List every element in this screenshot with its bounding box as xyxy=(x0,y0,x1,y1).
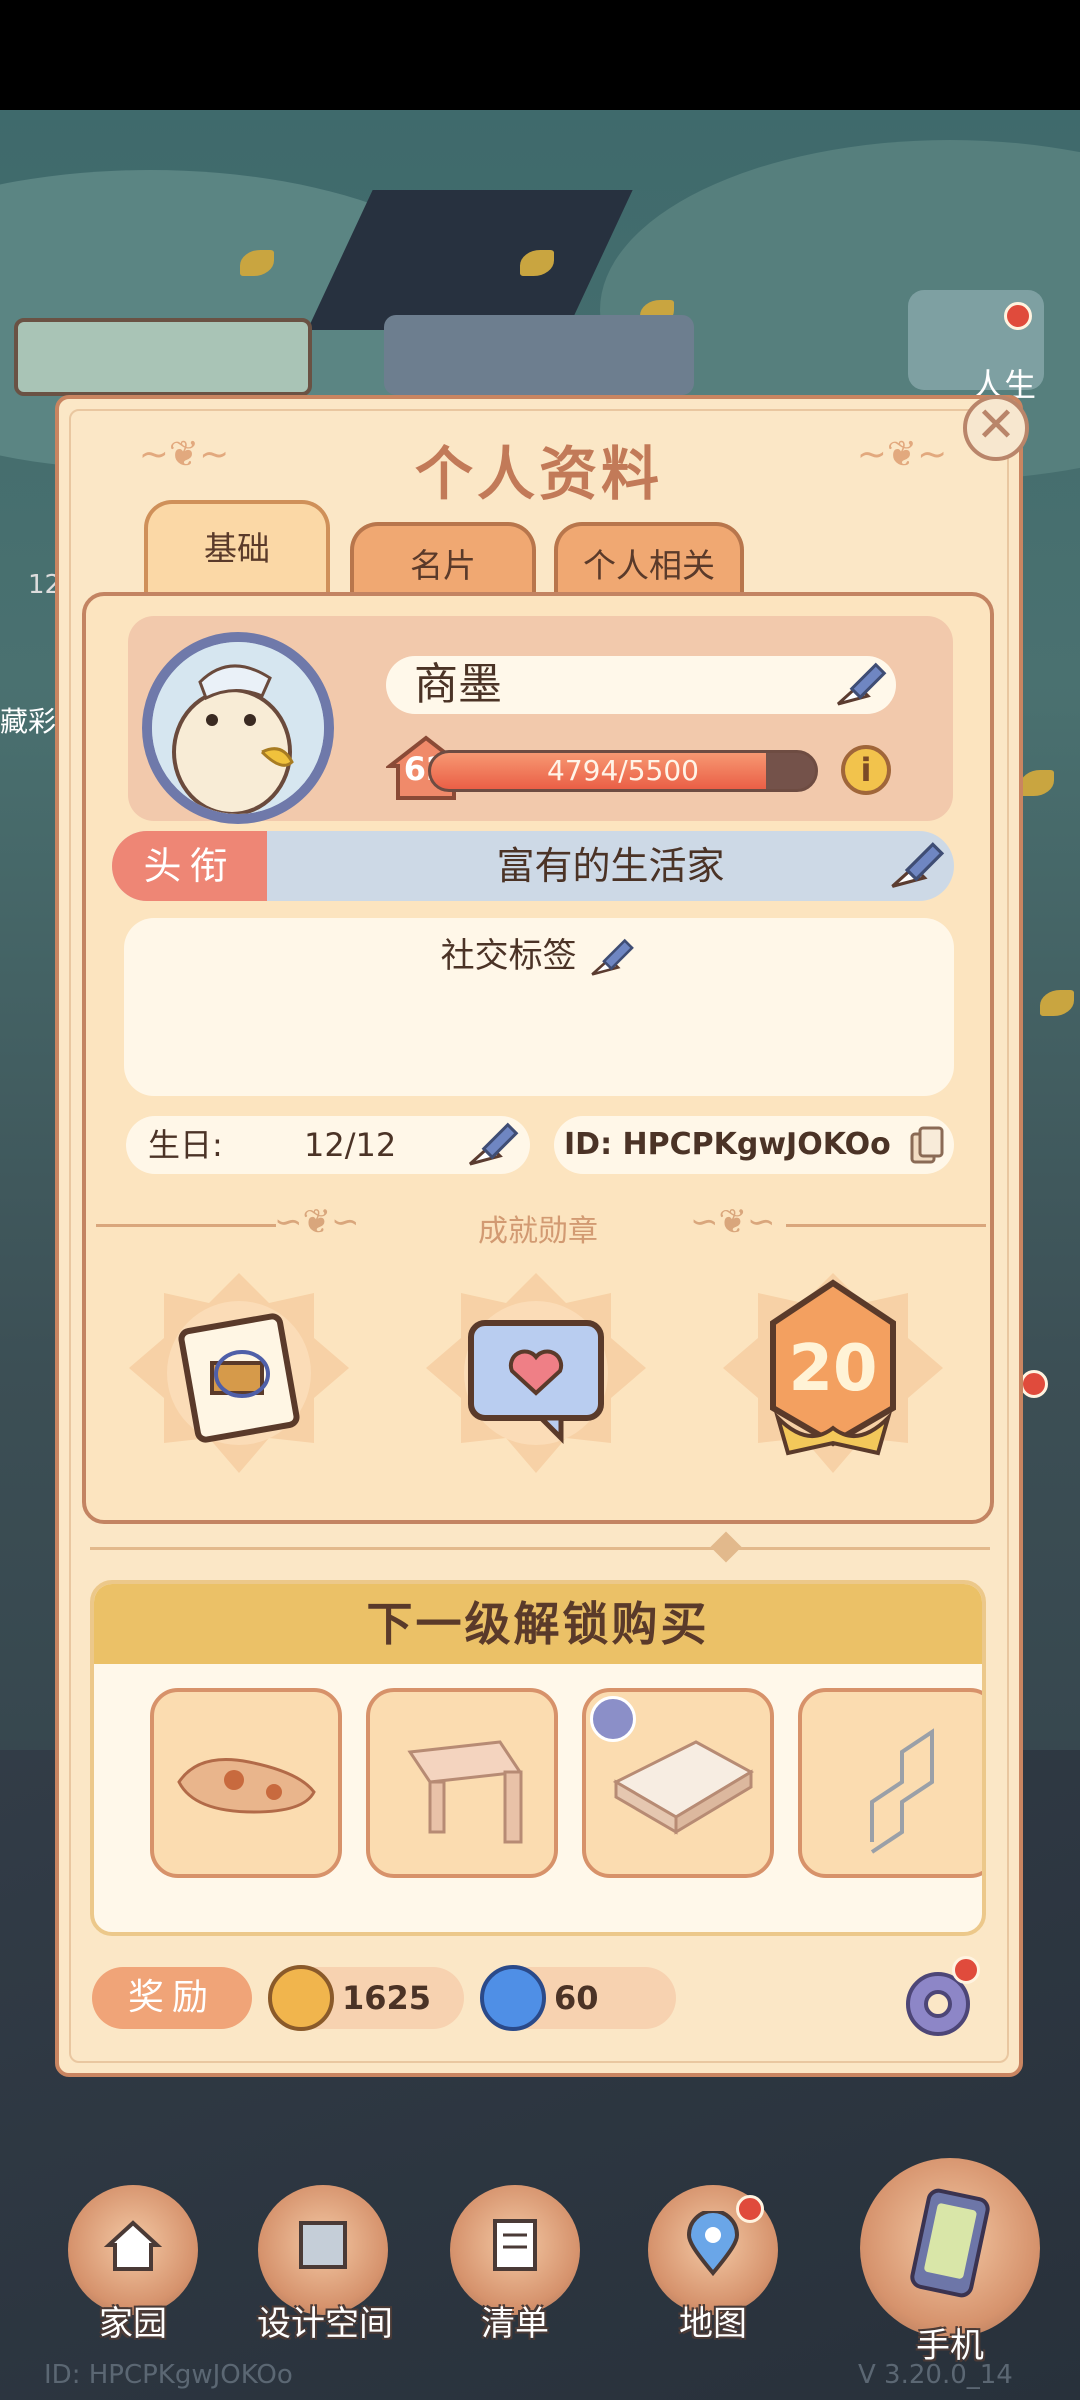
nav-phone-button[interactable] xyxy=(860,2158,1040,2338)
title-label: 头衔 xyxy=(112,831,267,901)
level-info-button[interactable]: i xyxy=(841,745,891,795)
gem-reward: 60 xyxy=(480,1965,676,2031)
background-card xyxy=(14,318,312,396)
nav-list-label: 清单 xyxy=(481,2304,549,2344)
coin-amount: 1625 xyxy=(342,1979,432,2017)
birthday-label: 生日: xyxy=(148,1126,223,1164)
avatar[interactable] xyxy=(142,632,334,824)
xp-bar: 4794/5500 xyxy=(428,750,818,792)
title-value: 富有的生活家 xyxy=(496,844,725,888)
edit-birthday-icon[interactable] xyxy=(464,1116,522,1174)
scroll-badge-icon[interactable] xyxy=(124,1268,354,1478)
profile-card: 商墨 62 4794/5500 i xyxy=(128,616,953,824)
achievements-title: 成就勋章 xyxy=(478,1214,598,1249)
nav-design-label: 设计空间 xyxy=(257,2304,393,2344)
rewards-label: 奖励 xyxy=(92,1967,252,2029)
leaf-decor xyxy=(1040,990,1074,1016)
section-divider xyxy=(90,1547,990,1550)
player-name: 商墨 xyxy=(414,659,502,710)
social-tags-text: 社交标签 xyxy=(440,936,577,976)
hamster-avatar-icon xyxy=(152,642,324,814)
footer-player-id: ID: HPCPKgwJOKOo xyxy=(44,2360,293,2390)
edit-social-tags-icon[interactable] xyxy=(587,933,637,983)
nav-home-label: 家园 xyxy=(99,2304,167,2344)
player-id-field: ID: HPCPKgwJOKOo xyxy=(554,1116,954,1174)
social-tags-box: 社交标签 xyxy=(124,918,954,1096)
player-title-row: 头衔 富有的生活家 xyxy=(112,831,954,901)
birthday-field: 生日: 12/12 xyxy=(126,1116,530,1174)
heart-bubble-badge-icon[interactable] xyxy=(421,1268,651,1478)
edit-name-icon[interactable] xyxy=(832,656,890,714)
social-tags-label: 社交标签 xyxy=(124,928,954,983)
design-icon xyxy=(299,2221,347,2269)
panel-title: 个人资料 xyxy=(414,440,663,508)
notification-dot xyxy=(736,2195,764,2223)
badge-number: 20 xyxy=(788,1332,878,1406)
coin-reward: 1625 xyxy=(268,1965,464,2031)
leaf-decor xyxy=(1020,770,1054,796)
notification-dot xyxy=(952,1956,980,1984)
notification-dot xyxy=(1020,1370,1048,1398)
table-icon xyxy=(407,1740,523,1844)
unlock-title: 下一级解锁购买 xyxy=(94,1584,982,1664)
copy-icon[interactable] xyxy=(908,1126,946,1166)
notification-dot xyxy=(1004,302,1032,330)
next-level-unlocks: 下一级解锁购买 xyxy=(90,1580,986,1936)
furniture-set-tag-icon xyxy=(590,1696,636,1742)
unlock-item[interactable] xyxy=(150,1688,342,1878)
xp-text: 4794/5500 xyxy=(547,754,699,787)
edit-title-icon[interactable] xyxy=(886,835,948,897)
coin-icon xyxy=(268,1965,334,2031)
background-window xyxy=(384,315,694,395)
cat-rug-icon xyxy=(177,1758,316,1814)
unlock-item[interactable] xyxy=(798,1688,982,1878)
unlock-item[interactable] xyxy=(582,1688,774,1878)
rack-icon xyxy=(870,1728,934,1854)
basic-info-section: 商墨 62 4794/5500 i 头衔 富有的生活家 社交标签 生日: 12/… xyxy=(82,592,994,1524)
birthday-value: 12/12 xyxy=(304,1126,397,1164)
map-pin-icon xyxy=(686,2211,740,2277)
unlock-item[interactable] xyxy=(366,1688,558,1878)
footer-version: V 3.20.0_14 xyxy=(858,2360,1013,2390)
home-icon xyxy=(103,2220,163,2271)
tab-basic[interactable]: 基础 xyxy=(144,500,330,598)
gem-amount: 60 xyxy=(554,1979,599,2017)
status-bar xyxy=(0,0,1080,110)
player-id: ID: HPCPKgwJOKOo xyxy=(564,1127,891,1162)
phone-icon xyxy=(910,2188,990,2298)
close-button[interactable]: ✕ xyxy=(963,395,1029,461)
name-field: 商墨 xyxy=(386,656,896,714)
tab-personal[interactable]: 个人相关 xyxy=(554,522,744,598)
nav-map-label: 地图 xyxy=(679,2304,747,2344)
tab-namecard[interactable]: 名片 xyxy=(350,522,536,598)
list-icon xyxy=(493,2219,537,2271)
side-label: 藏彩 xyxy=(0,705,57,738)
gem-icon xyxy=(480,1965,546,2031)
